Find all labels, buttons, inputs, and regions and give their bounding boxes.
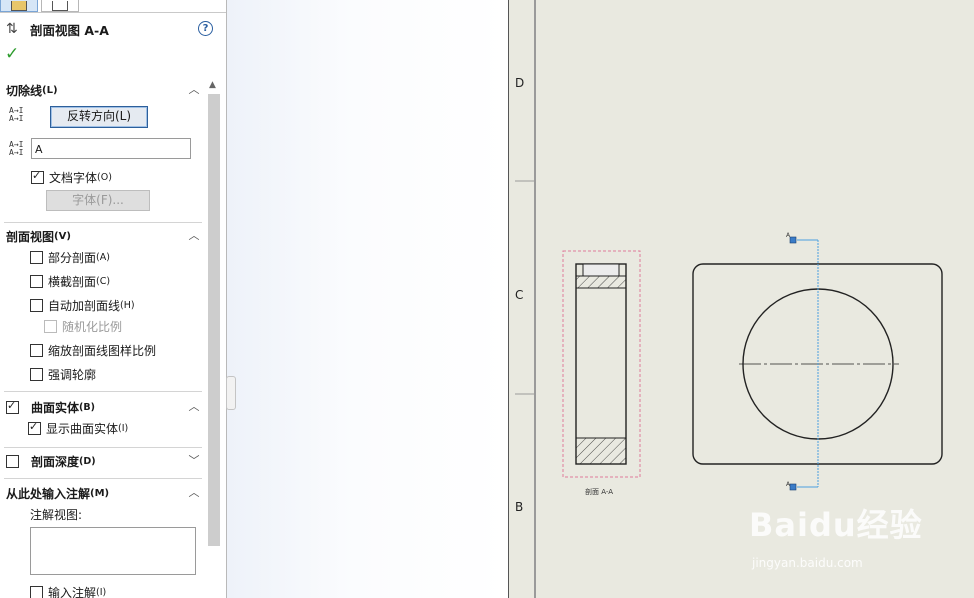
flip-direction-button[interactable]: 反转方向(L) <box>50 106 148 128</box>
section-view-label[interactable]: 剖面 A-A <box>585 487 613 497</box>
cut-marker-bottom-label: A <box>786 481 791 488</box>
annotation-view-list[interactable] <box>30 527 196 575</box>
panel-header: ⇅ 剖面视图 A-A <box>6 20 216 38</box>
property-manager-icon <box>11 1 27 11</box>
checkbox[interactable] <box>44 319 57 333</box>
font-button[interactable]: 字体(F)... <box>46 190 150 211</box>
scroll-up-arrow-icon[interactable]: ▲ <box>209 80 216 90</box>
checkbox[interactable] <box>30 298 43 312</box>
divider <box>4 478 202 479</box>
drawing-sheet[interactable]: D C B A A 剖面 A-A Baidu经验 jingyan.baidu.c… <box>508 0 974 598</box>
help-icon[interactable]: ? <box>198 21 213 36</box>
checkbox-key: (O) <box>97 171 112 183</box>
chevron-up-icon[interactable]: ︿ <box>188 487 200 499</box>
divider <box>4 447 202 448</box>
emphasize-outline-checkbox[interactable]: 强调轮廓 <box>30 366 96 382</box>
cutting-line[interactable] <box>789 236 819 491</box>
panel-splitter-handle[interactable] <box>226 376 236 410</box>
graphics-area[interactable] <box>227 0 508 598</box>
checkbox[interactable] <box>28 420 41 435</box>
checkbox-label: 随机化比例 <box>62 319 123 334</box>
chevron-down-icon[interactable]: ﹀ <box>188 455 200 467</box>
checkbox-key: (C) <box>96 275 111 287</box>
document-font-checkbox[interactable]: 文档字体(O) <box>31 169 112 185</box>
checkbox-key: (I) <box>118 422 129 434</box>
chevron-up-icon[interactable]: ︿ <box>188 401 200 413</box>
checkbox[interactable] <box>31 169 44 184</box>
checkbox-label: 缩放剖面线图样比例 <box>48 343 157 358</box>
checkbox-label: 强调轮廓 <box>48 367 97 382</box>
section-title: 从此处输入注解 <box>6 486 91 501</box>
checkbox[interactable] <box>6 454 19 468</box>
checkbox-key: (A) <box>96 251 110 263</box>
slice-section-checkbox[interactable]: 横截剖面 (C) <box>30 273 110 289</box>
randomize-scale-checkbox[interactable]: 随机化比例 <box>44 318 122 334</box>
surface-bodies-section-header[interactable]: 曲面实体(B) <box>6 399 95 415</box>
section-key: (L) <box>42 84 58 96</box>
section-view-section-header[interactable]: 剖面视图 (V) <box>6 228 71 244</box>
show-surface-bodies-checkbox[interactable]: 显示曲面实体(I) <box>28 420 128 436</box>
checkbox[interactable] <box>6 399 19 414</box>
divider <box>4 391 202 392</box>
section-key: (M) <box>90 487 110 499</box>
section-view-a-a[interactable] <box>562 250 641 478</box>
section-title: 剖面深度 <box>31 454 80 469</box>
checkbox[interactable] <box>30 250 43 264</box>
section-label-input[interactable]: A <box>31 138 191 159</box>
section-key: (B) <box>79 401 95 413</box>
panel-tab-bar <box>0 0 226 13</box>
cut-marker-top-label: A <box>786 232 791 239</box>
section-title: 切除线 <box>6 83 43 98</box>
checkbox[interactable] <box>30 343 43 357</box>
flip-direction-icon: A→I A→I <box>9 106 24 123</box>
section-key: (V) <box>54 230 71 242</box>
auto-hatching-checkbox[interactable]: 自动加剖面线 (H) <box>30 297 135 313</box>
checkbox[interactable] <box>30 585 43 598</box>
scale-hatch-pattern-checkbox[interactable]: 缩放剖面线图样比例 <box>30 342 156 358</box>
baidu-watermark-logo: Baidu经验 <box>749 506 923 544</box>
checkbox-key: (I) <box>96 586 107 598</box>
partial-section-checkbox[interactable]: 部分剖面 (A) <box>30 249 110 265</box>
divider <box>4 222 202 223</box>
list-icon <box>52 1 68 11</box>
checkbox[interactable] <box>30 274 43 288</box>
cut-line-section-header[interactable]: 切除线 (L) <box>6 82 58 98</box>
property-manager-panel: ⇅ 剖面视图 A-A ? ✓ 切除线 (L) ︿ A→I A→I 反转方向(L) A… <box>0 0 227 598</box>
scrollbar-thumb[interactable] <box>208 94 220 546</box>
checkbox-label: 输入注解 <box>48 585 97 598</box>
checkbox[interactable] <box>30 367 43 381</box>
section-title: 剖面视图 <box>6 229 55 244</box>
checkbox-label: 部分剖面 <box>48 250 97 265</box>
checkbox-label: 文档字体 <box>49 170 98 185</box>
chevron-up-icon[interactable]: ︿ <box>188 230 200 242</box>
tab-configuration[interactable] <box>41 0 79 12</box>
section-title: 曲面实体 <box>31 400 80 415</box>
import-annotations-checkbox[interactable]: 输入注解 (I) <box>30 584 106 598</box>
checkbox-key: (H) <box>120 299 135 311</box>
checkbox-label: 横截剖面 <box>48 274 97 289</box>
checkbox-label: 自动加剖面线 <box>48 298 121 313</box>
import-annotations-section-header[interactable]: 从此处输入注解 (M) <box>6 485 109 501</box>
watermark-url: jingyan.baidu.com <box>752 556 863 570</box>
section-depth-section-header[interactable]: 剖面深度 (D) <box>6 453 96 469</box>
section-view-icon: ⇅ <box>6 21 18 37</box>
annotation-view-label: 注解视图: <box>30 508 83 522</box>
checkbox-label: 显示曲面实体 <box>46 421 119 436</box>
tab-property-manager[interactable] <box>0 0 38 12</box>
label-icon: A→I A→I <box>9 140 24 157</box>
panel-title: 剖面视图 A-A <box>30 22 109 38</box>
ok-check-button[interactable]: ✓ <box>5 45 19 63</box>
chevron-up-icon[interactable]: ︿ <box>188 84 200 96</box>
section-key: (D) <box>79 455 96 467</box>
